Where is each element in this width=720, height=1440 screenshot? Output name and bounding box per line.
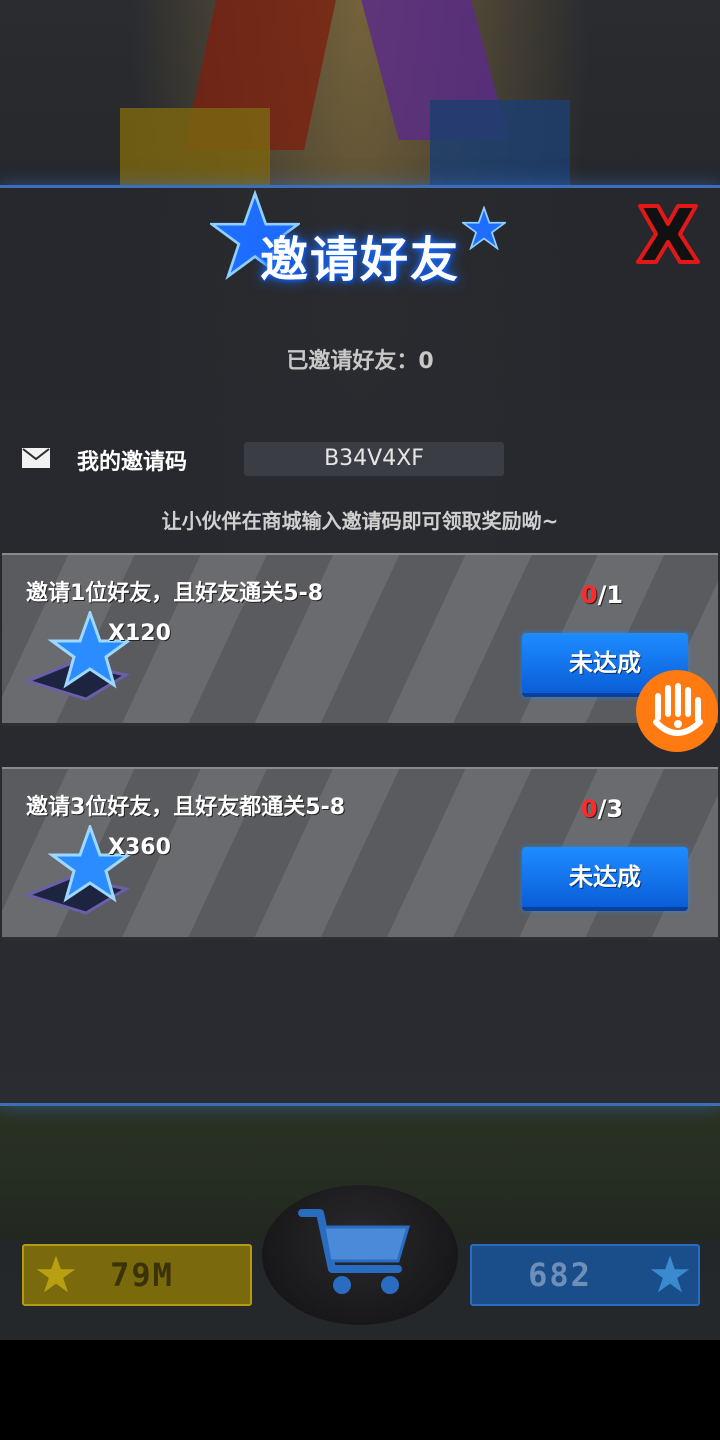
task-progress-current: 0 (580, 581, 598, 609)
gold-currency-display[interactable]: 79M (22, 1244, 252, 1306)
blue-star-icon (650, 1255, 690, 1293)
task-card: 邀请1位好友，且好友通关5-8 0/1 X120 未达成 (2, 553, 718, 726)
shopping-cart-icon (298, 1209, 411, 1294)
invite-code-value[interactable]: B34V4XF (244, 442, 504, 476)
task-title: 邀请1位好友，且好友通关5-8 (26, 581, 324, 606)
mail-icon (22, 448, 50, 468)
task-progress: 0/1 (562, 581, 642, 609)
invite-hint: 让小伙伴在商城输入邀请码即可领取奖励呦~ (161, 509, 559, 533)
bg-yellow-block (120, 108, 270, 188)
screen-bottom-blank (0, 1340, 720, 1440)
gem-amount: 682 (528, 1256, 592, 1294)
bg-blue-block (430, 100, 570, 190)
task-progress-total: /1 (597, 581, 624, 609)
invited-label: 已邀请好友： (286, 349, 419, 374)
invite-code-row: 我的邀请码 B34V4XF (0, 440, 720, 480)
shop-cart-button[interactable] (262, 1185, 458, 1325)
gold-amount: 79M (110, 1256, 174, 1294)
task-card: 邀请3位好友，且好友都通关5-8 0/3 X360 未达成 (2, 767, 718, 940)
dialog-title: 邀请好友 (259, 232, 460, 288)
task-progress: 0/3 (562, 795, 642, 823)
task-progress-total: /3 (597, 795, 624, 823)
invited-count-row: 已邀请好友：0 (0, 343, 720, 375)
reward-quantity: X120 (108, 621, 171, 646)
close-button[interactable] (628, 198, 708, 270)
task-status-button[interactable]: 未达成 (522, 847, 688, 911)
hand-eye-icon (653, 683, 703, 736)
floating-assistant-button[interactable] (636, 670, 718, 752)
invite-code-label: 我的邀请码 (77, 450, 188, 475)
reward-quantity: X360 (108, 835, 171, 860)
task-title: 邀请3位好友，且好友都通关5-8 (26, 795, 346, 820)
gem-currency-display[interactable]: 682 (470, 1244, 700, 1306)
task-progress-current: 0 (580, 795, 598, 823)
gold-star-icon (36, 1255, 76, 1293)
invited-count: 0 (418, 349, 434, 374)
close-x-icon (636, 204, 700, 264)
